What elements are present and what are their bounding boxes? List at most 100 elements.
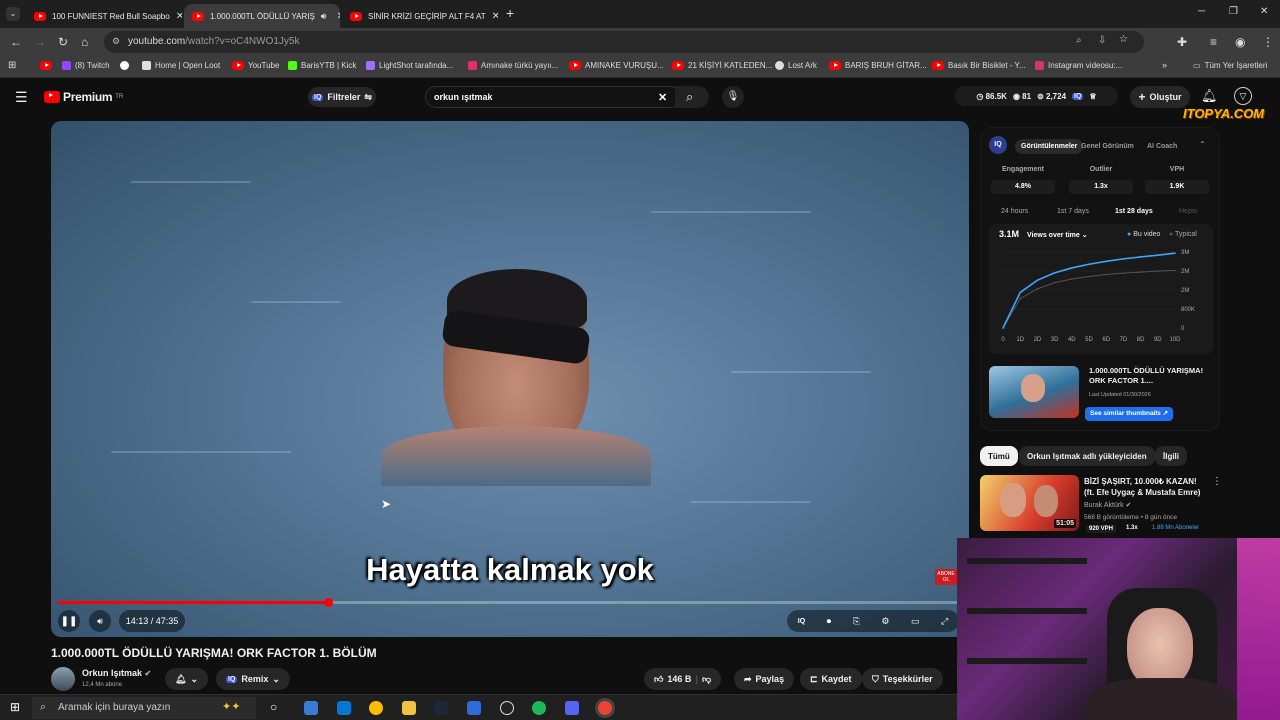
bookmark-21-kisi[interactable]: 21 KİŞİYİ KATLEDEN... xyxy=(672,61,772,70)
minimize-icon[interactable]: ─ xyxy=(1198,6,1205,17)
profile-icon[interactable]: ◉ xyxy=(1235,35,1245,49)
more-bookmarks-icon[interactable]: » xyxy=(1162,60,1167,70)
thumbs-down-icon[interactable]: 👎︎ xyxy=(702,674,711,685)
notifications-bell-icon[interactable]: 🔔︎ xyxy=(1201,88,1218,104)
extensions-icon[interactable]: ✚ xyxy=(1177,35,1187,49)
range-28d[interactable]: 1st 28 days xyxy=(1115,208,1153,215)
create-button[interactable]: + Oluştur xyxy=(1130,86,1190,108)
fullscreen-icon[interactable]: ⤢ xyxy=(941,616,948,627)
collapse-icon[interactable]: ⌃ xyxy=(1199,140,1206,149)
bookmark-bisiklet[interactable]: Basık Bir Bisiklet - Y... xyxy=(932,61,1026,70)
bookmark-kick[interactable]: BarisYTB | Kick xyxy=(288,61,356,70)
file-explorer-icon[interactable] xyxy=(402,701,416,715)
subscribed-bell-button[interactable]: 🔔︎ ⌄ xyxy=(165,668,208,690)
volume-button[interactable]: 🔊︎ xyxy=(89,610,111,632)
discord-icon[interactable] xyxy=(565,701,579,715)
app-blue-icon[interactable] xyxy=(467,701,481,715)
chrome-active-icon[interactable] xyxy=(598,701,612,715)
menu-icon[interactable]: ⋮ xyxy=(1262,35,1274,49)
range-24h[interactable]: 24 hours xyxy=(1001,208,1028,215)
like-button[interactable]: 👍︎ 146 B | 👎︎ xyxy=(644,668,722,690)
filters-button[interactable]: IQ Filtreler ⇋ xyxy=(308,87,376,107)
close-tab-icon[interactable]: ✕ xyxy=(492,11,498,22)
store-icon[interactable] xyxy=(337,701,351,715)
bookmark-twitch[interactable]: (8) Twitch xyxy=(62,61,110,70)
bookmark-instagram-2[interactable]: Instagram videosu:... xyxy=(1035,61,1122,70)
close-tab-icon[interactable]: ✕ xyxy=(336,11,340,22)
windows-start-icon[interactable]: ⊞ xyxy=(10,700,20,714)
chip-all[interactable]: Tümü xyxy=(980,446,1018,466)
back-icon[interactable]: ← xyxy=(10,35,22,49)
tab-views[interactable]: Görüntülenmeler xyxy=(1015,139,1084,154)
close-window-icon[interactable]: ✕ xyxy=(1260,6,1268,17)
tab-sinir-krizi[interactable]: SİNİR KRİZİ GEÇİRİP ALT F4 AT ✕ xyxy=(342,4,498,28)
video-thumbnail[interactable] xyxy=(989,366,1079,418)
app-icon[interactable] xyxy=(304,701,318,715)
media-icon[interactable]: ≡ xyxy=(1210,35,1217,49)
bookmark-aminake[interactable]: AMINAKE VURUŞU... xyxy=(569,61,664,70)
bookmark-openloot[interactable]: Home | Open Loot xyxy=(142,61,220,70)
tab-search-button[interactable]: ⌄ xyxy=(6,7,20,21)
forward-icon[interactable]: → xyxy=(34,35,46,49)
bookmark-baris-bruh[interactable]: BARIŞ BRUH GİTAR... xyxy=(829,61,927,70)
pause-button[interactable]: ❚❚ xyxy=(58,610,80,632)
cortana-icon[interactable]: ○ xyxy=(270,700,277,714)
site-info-icon[interactable]: ⚙ xyxy=(112,36,120,47)
tab-ai-coach[interactable]: AI Coach xyxy=(1141,139,1183,154)
channel-name[interactable]: Orkun Işıtmak ✔ xyxy=(82,668,151,678)
autoplay-icon[interactable]: ⏺ xyxy=(827,616,832,627)
see-similar-thumbnails-button[interactable]: See similar thumbnails ↗ xyxy=(1085,407,1174,421)
thanks-button[interactable]: ⛉ Teşekkürler xyxy=(862,668,943,690)
bookmark-youtube[interactable]: YouTube xyxy=(232,61,279,70)
bookmark-lost-ark[interactable]: Lost Ark xyxy=(775,61,817,70)
search-button[interactable]: ⌕ xyxy=(675,86,709,108)
home-icon[interactable]: ⌂ xyxy=(81,35,88,49)
reload-icon[interactable]: ↻ xyxy=(58,35,68,49)
range-7d[interactable]: 1st 7 days xyxy=(1057,208,1089,215)
bookmark-yt-icon[interactable] xyxy=(40,61,52,70)
share-button[interactable]: ➦ Paylaş xyxy=(734,668,795,690)
install-icon[interactable]: ⇩ xyxy=(1098,35,1106,46)
bookmark-lightshot[interactable]: LightShot tarafında... xyxy=(366,61,453,70)
captions-icon[interactable]: ⎘ xyxy=(853,616,860,627)
chip-from-uploader[interactable]: Orkun Işıtmak adlı yükleyiciden xyxy=(1019,446,1155,466)
recommended-channel[interactable]: Burak Aktürk ✔ xyxy=(1084,501,1132,509)
clear-search-icon[interactable]: ✕ xyxy=(658,91,667,104)
youtube-logo[interactable]: Premium TR xyxy=(44,90,123,104)
save-button[interactable]: ⊏ Kaydet xyxy=(800,668,862,690)
theater-mode-icon[interactable]: ▭ xyxy=(911,616,920,627)
video-player[interactable]: ➤ Hayatta kalmak yok ABONE OL ❚❚ 🔊︎ 14:1… xyxy=(51,121,969,637)
chrome-icon[interactable] xyxy=(369,701,383,715)
voice-search-button[interactable]: 🎙︎ xyxy=(722,86,744,108)
chip-related[interactable]: İlgili xyxy=(1155,446,1187,466)
tab-redbull[interactable]: 100 FUNNIEST Red Bull Soapbo ✕ xyxy=(26,4,182,28)
hamburger-menu-icon[interactable]: ☰ xyxy=(15,89,28,106)
more-options-icon[interactable]: ⋮ xyxy=(1212,476,1222,487)
bookmark-instagram-1[interactable]: Amınake türkü yayıı... xyxy=(468,61,558,70)
avatar[interactable]: ▽ xyxy=(1234,87,1252,105)
obs-icon[interactable] xyxy=(500,701,514,715)
steam-icon[interactable] xyxy=(434,701,448,715)
iq-player-icon[interactable]: IQ xyxy=(798,618,805,625)
restore-icon[interactable]: ❐ xyxy=(1229,6,1238,17)
close-tab-icon[interactable]: ✕ xyxy=(176,11,182,22)
tab-overview[interactable]: Genel Görünüm xyxy=(1075,139,1140,154)
remix-button[interactable]: IQ Remix ⌄ xyxy=(216,668,290,690)
bookmark-star-icon[interactable]: ☆ xyxy=(1119,34,1128,45)
channel-avatar[interactable] xyxy=(51,667,75,691)
speaker-icon[interactable]: 🔊︎ xyxy=(321,11,327,22)
recommended-thumbnail[interactable]: 51:05 xyxy=(980,475,1079,531)
search-input[interactable]: orkun ışıtmak ✕ xyxy=(425,86,681,108)
address-bar[interactable]: ⚙ youtube.com/watch?v=oC4NWO1Jy5k ⌕ ⇩ ☆ xyxy=(104,31,1144,53)
zoom-icon[interactable]: ⌕ xyxy=(1076,35,1082,46)
apps-grid-icon[interactable]: ⊞ xyxy=(8,60,16,71)
progress-scrubber[interactable] xyxy=(324,598,334,607)
recommended-title[interactable]: BİZİ ŞAŞIRT, 10.000₺ KAZAN! (ft. Efe Uyg… xyxy=(1084,476,1206,498)
range-all[interactable]: Hepsi xyxy=(1179,208,1197,215)
spotify-icon[interactable] xyxy=(532,701,546,715)
bookmark-chrome[interactable] xyxy=(120,61,129,70)
new-tab-button[interactable]: + xyxy=(506,5,514,21)
settings-gear-icon[interactable]: ⚙ xyxy=(881,616,889,627)
subscribe-side-badge[interactable]: ABONE OL xyxy=(935,569,957,585)
tab-current-video[interactable]: 1.000.000TL ÖDÜLLÜ YARIŞ 🔊︎ ✕ xyxy=(184,4,340,28)
